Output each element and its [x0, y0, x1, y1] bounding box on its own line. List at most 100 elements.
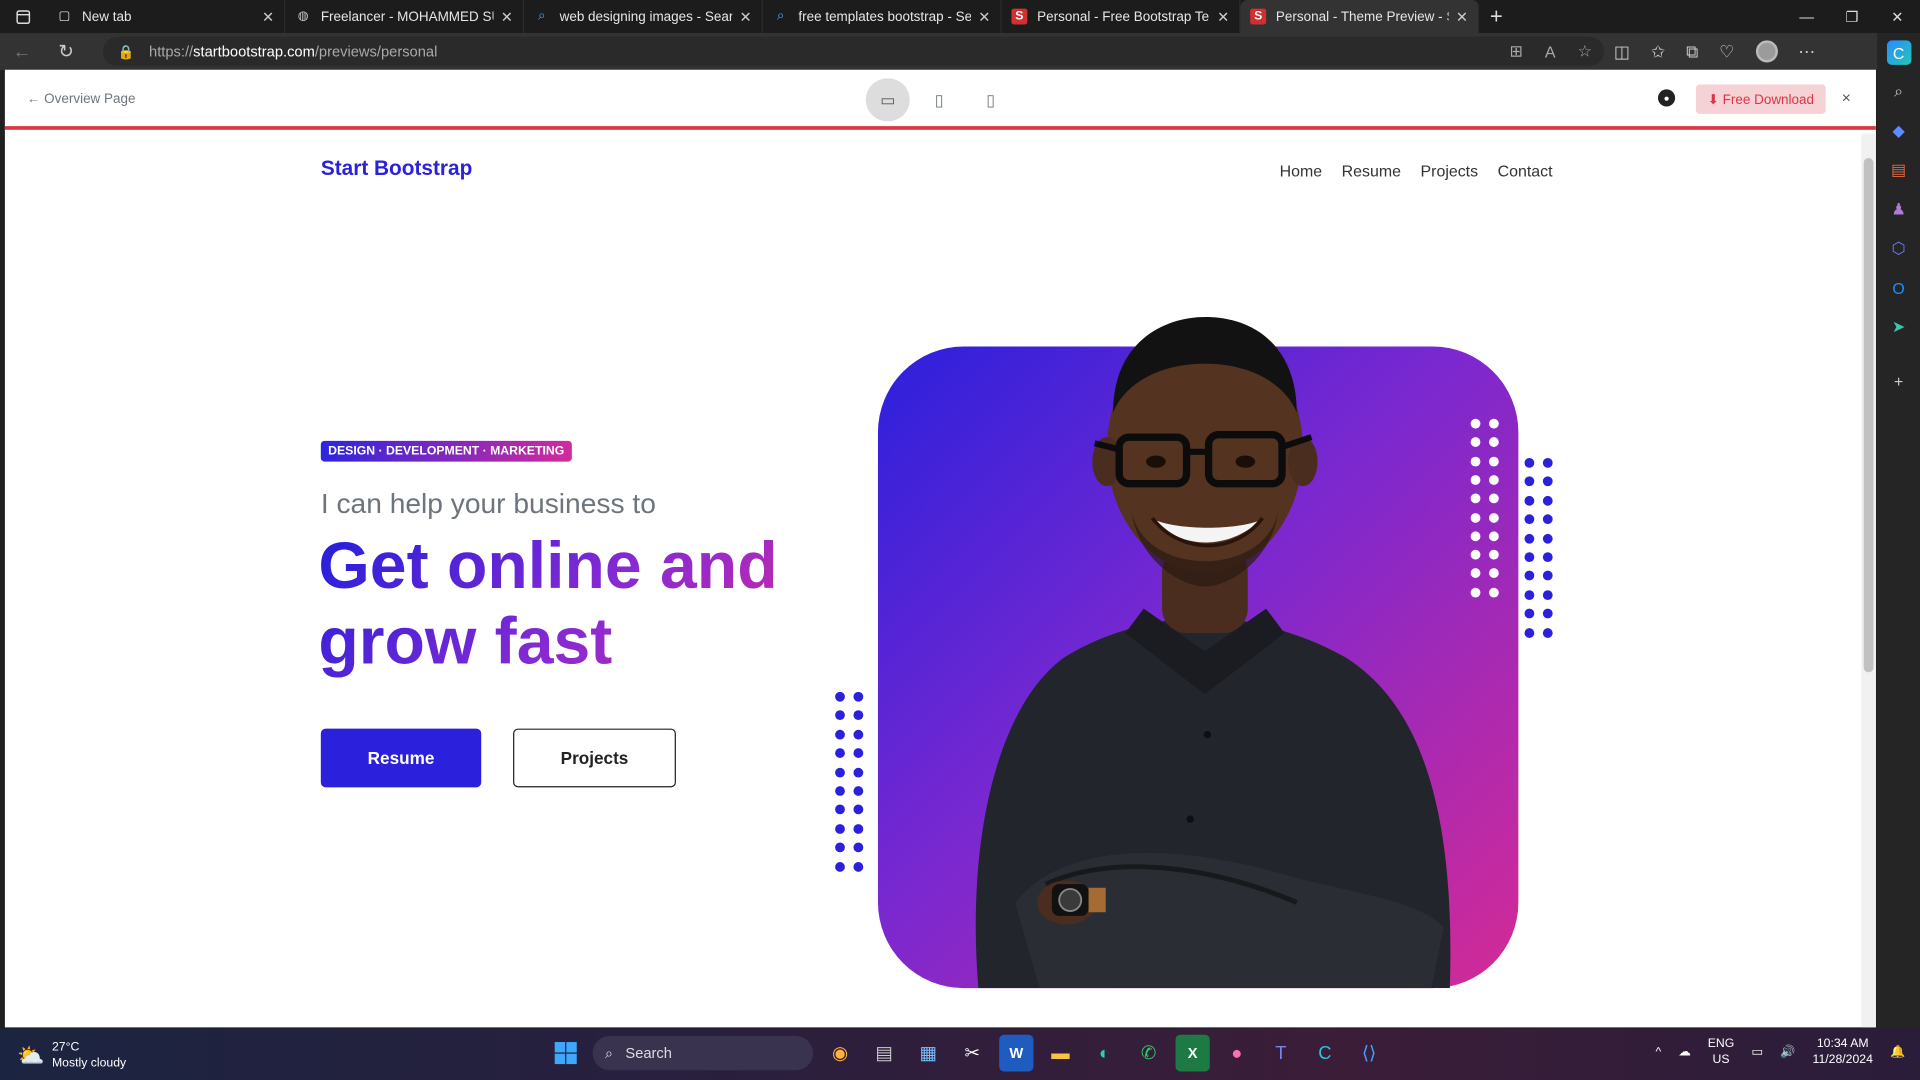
tab-title: Personal - Free Bootstrap Template	[1037, 9, 1210, 24]
excel-icon[interactable]: X	[1175, 1034, 1210, 1072]
page-scrollbar[interactable]	[1861, 133, 1876, 1028]
shopping-icon[interactable]: ◆	[1886, 119, 1910, 143]
tab-personal-template[interactable]: S Personal - Free Bootstrap Template ✕	[1002, 0, 1241, 34]
resume-button[interactable]: Resume	[320, 728, 482, 788]
windows-icon	[554, 1042, 577, 1065]
split-screen-icon[interactable]: ◫	[1614, 41, 1630, 62]
file-explorer-icon[interactable]: ▬	[1043, 1035, 1077, 1072]
vscode-icon[interactable]: ⟨⟩	[1352, 1035, 1386, 1072]
tab-actions-button[interactable]	[0, 0, 47, 33]
plus-icon: +	[1489, 3, 1503, 29]
decorative-dot	[853, 748, 864, 759]
desktop-icon: ▭	[880, 90, 896, 109]
decorative-dot	[1488, 474, 1499, 485]
decorative-dot	[1542, 589, 1553, 600]
region-code: US	[1712, 1053, 1730, 1067]
close-tab-icon[interactable]: ✕	[1217, 8, 1229, 25]
decorative-dot	[853, 691, 864, 702]
tools-icon[interactable]: ▤	[1886, 158, 1910, 182]
favorite-star-icon[interactable]: ☆	[1578, 42, 1592, 62]
decorative-dot	[1524, 571, 1535, 581]
decorative-dot	[853, 767, 864, 778]
paint-icon[interactable]: ●	[1220, 1035, 1254, 1072]
read-aloud-icon[interactable]: A	[1545, 42, 1556, 60]
edge-sidebar: C ⌕ ◆ ▤ ♟ ⬡ O ➤ +	[1877, 33, 1920, 1029]
close-tab-icon[interactable]: ✕	[978, 8, 990, 25]
startbootstrap-icon: S	[1011, 8, 1028, 25]
more-options-icon[interactable]: ⋯	[1798, 41, 1815, 62]
app-available-icon[interactable]: ⊞	[1510, 42, 1523, 62]
microsoft-store-icon[interactable]: ▦	[911, 1035, 945, 1072]
restore-icon[interactable]: ❐	[1829, 0, 1874, 33]
copilot-icon[interactable]: C	[1886, 40, 1911, 65]
desktop-view-button[interactable]: ▭	[865, 78, 910, 122]
overview-page-link[interactable]: ← Overview Page	[27, 92, 136, 107]
nav-link-contact[interactable]: Contact	[1498, 162, 1553, 180]
mobile-view-button[interactable]: ▯	[969, 78, 1013, 121]
chevron-up-icon[interactable]: ^	[1655, 1045, 1661, 1058]
start-button[interactable]	[549, 1035, 583, 1072]
projects-button[interactable]: Projects	[513, 728, 676, 788]
outlook-icon[interactable]: O	[1886, 276, 1910, 300]
add-sidebar-app-icon[interactable]: +	[1886, 369, 1910, 393]
tab-freelancer[interactable]: ◍ Freelancer - MOHAMMED SUHAIL ✕	[285, 0, 525, 34]
decorative-dot	[1524, 533, 1535, 544]
canva-icon[interactable]: C	[1308, 1035, 1342, 1072]
browser-essentials-icon[interactable]: ♡	[1719, 41, 1734, 62]
tab-free-templates-search[interactable]: ⌕ free templates bootstrap - Search ✕	[763, 0, 1002, 34]
weather-widget[interactable]: ⛅ 27°C Mostly cloudy	[17, 1040, 126, 1072]
weather-condition: Mostly cloudy	[51, 1056, 127, 1071]
close-tab-icon[interactable]: ✕	[262, 8, 274, 25]
close-preview-icon[interactable]: ×	[1842, 88, 1851, 106]
tablet-view-button[interactable]: ▯	[917, 78, 961, 121]
tab-new-tab[interactable]: ▢ New tab ✕	[47, 0, 286, 34]
tab-theme-preview[interactable]: S Personal - Theme Preview - Start ✕	[1240, 0, 1480, 34]
volume-icon[interactable]: 🔊	[1780, 1045, 1795, 1058]
decorative-dot	[1488, 512, 1499, 523]
close-window-icon[interactable]: ✕	[1875, 0, 1920, 33]
close-tab-icon[interactable]: ✕	[740, 8, 752, 25]
decorative-dot	[1542, 552, 1553, 563]
notification-bell-icon[interactable]: 🔔	[1890, 1045, 1905, 1058]
language-indicator[interactable]: ENG US	[1708, 1036, 1735, 1068]
profile-avatar[interactable]	[1755, 40, 1778, 63]
drop-icon[interactable]: ➤	[1886, 315, 1910, 339]
site-brand[interactable]: Start Bootstrap	[321, 157, 473, 181]
github-icon[interactable]: ●	[1657, 89, 1676, 107]
teams-icon[interactable]: T	[1264, 1035, 1298, 1072]
microsoft365-icon[interactable]: ⬡	[1886, 236, 1910, 260]
edge-icon[interactable]: ◐	[1087, 1035, 1121, 1072]
search-icon: ⌕	[776, 8, 785, 24]
clock[interactable]: 10:34 AM 11/28/2024	[1813, 1036, 1873, 1068]
decorative-dot	[1488, 456, 1499, 467]
onedrive-icon[interactable]: ☁	[1678, 1045, 1690, 1058]
nav-link-projects[interactable]: Projects	[1421, 162, 1479, 180]
address-bar[interactable]: 🔒 https://startbootstrap.com/previews/pe…	[102, 36, 1605, 67]
search-icon[interactable]: ⌕	[1886, 80, 1910, 104]
tab-web-designing-search[interactable]: ⌕ web designing images - Search ✕	[524, 0, 763, 34]
word-icon[interactable]: W	[999, 1034, 1034, 1072]
back-button[interactable]: ←	[0, 41, 44, 62]
nav-link-resume[interactable]: Resume	[1342, 162, 1401, 180]
free-download-button[interactable]: ⬇ Free Download	[1695, 84, 1826, 114]
minimize-icon[interactable]: —	[1784, 0, 1829, 33]
taskbar-apps: ⌕ Search ◉ ▤ ▦ ✂ W ▬ ◐ ✆ X ● T C ⟨⟩	[549, 1034, 1387, 1072]
favorites-icon[interactable]: ✩	[1651, 41, 1665, 62]
services-badge: DESIGN · DEVELOPMENT · MARKETING	[320, 440, 572, 462]
preview-viewport: ← Overview Page ▭ ▯ ▯ ● ⬇ Free Download …	[4, 69, 1876, 1028]
whatsapp-icon[interactable]: ✆	[1131, 1035, 1165, 1072]
games-icon[interactable]: ♟	[1886, 197, 1910, 221]
scrollbar-thumb[interactable]	[1863, 157, 1874, 673]
refresh-button[interactable]: ↻	[44, 40, 88, 63]
collections-icon[interactable]: ⧉	[1686, 41, 1698, 62]
new-tab-button[interactable]: +	[1479, 0, 1513, 33]
taskbar-search[interactable]: ⌕ Search	[592, 1035, 814, 1071]
copilot-app-icon[interactable]: ◉	[823, 1035, 857, 1072]
nav-link-home[interactable]: Home	[1280, 162, 1322, 180]
task-view-icon[interactable]: ▤	[867, 1035, 901, 1072]
snipping-tool-icon[interactable]: ✂	[955, 1035, 989, 1072]
close-tab-icon[interactable]: ✕	[501, 8, 513, 25]
tablet-icon: ▯	[934, 90, 944, 109]
close-tab-icon[interactable]: ✕	[1456, 8, 1468, 25]
network-icon[interactable]: ▭	[1751, 1045, 1763, 1058]
